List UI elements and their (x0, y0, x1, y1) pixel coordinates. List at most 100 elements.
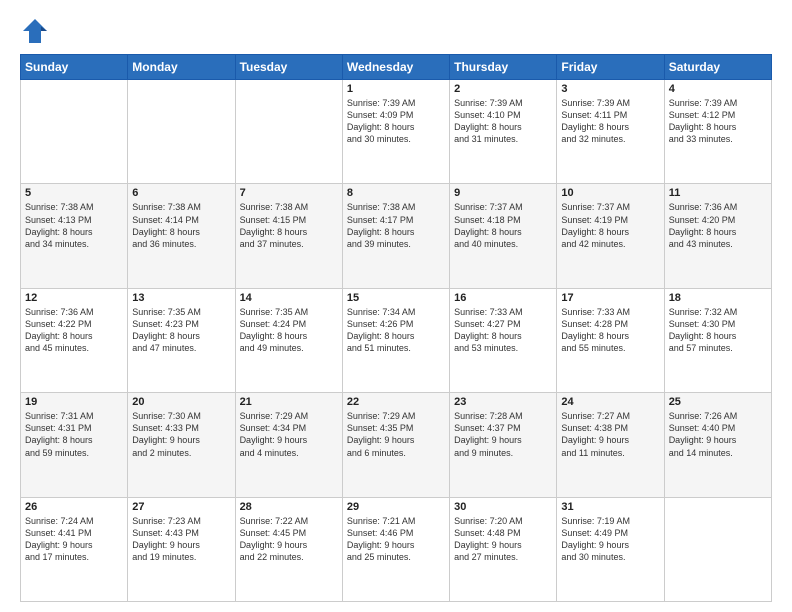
calendar-cell: 16 Sunrise: 7:33 AM Sunset: 4:27 PM Dayli… (450, 288, 557, 392)
calendar-cell: 3 Sunrise: 7:39 AM Sunset: 4:11 PM Daylig… (557, 80, 664, 184)
day-info: Sunrise: 7:32 AM Sunset: 4:30 PM Dayligh… (669, 306, 767, 355)
day-number: 25 (669, 396, 767, 408)
calendar-cell: 27Sunrise: 7:23 AM Sunset: 4:43 PM Dayli… (128, 497, 235, 601)
calendar-cell: 18 Sunrise: 7:32 AM Sunset: 4:30 PM Dayli… (664, 288, 771, 392)
day-number: 19 (25, 396, 123, 408)
day-info: Sunrise: 7:38 AM Sunset: 4:14 PM Dayligh… (132, 201, 230, 250)
calendar-cell (21, 80, 128, 184)
day-number: 3 (561, 83, 659, 95)
weekday-header-saturday: Saturday (664, 55, 771, 80)
weekday-header-sunday: Sunday (21, 55, 128, 80)
day-info: Sunrise: 7:20 AM Sunset: 4:48 PM Dayligh… (454, 515, 552, 564)
calendar-cell: 12 Sunrise: 7:36 AM Sunset: 4:22 PM Dayli… (21, 288, 128, 392)
weekday-header-tuesday: Tuesday (235, 55, 342, 80)
day-info: Sunrise: 7:23 AM Sunset: 4:43 PM Dayligh… (132, 515, 230, 564)
day-number: 5 (25, 187, 123, 199)
day-number: 20 (132, 396, 230, 408)
day-info: Sunrise: 7:33 AM Sunset: 4:27 PM Dayligh… (454, 306, 552, 355)
day-info: Sunrise: 7:39 AM Sunset: 4:09 PM Dayligh… (347, 97, 445, 146)
day-info: Sunrise: 7:30 AM Sunset: 4:33 PM Dayligh… (132, 410, 230, 459)
calendar-week-row: 1 Sunrise: 7:39 AM Sunset: 4:09 PM Daylig… (21, 80, 772, 184)
day-number: 4 (669, 83, 767, 95)
day-number: 24 (561, 396, 659, 408)
day-number: 6 (132, 187, 230, 199)
day-info: Sunrise: 7:21 AM Sunset: 4:46 PM Dayligh… (347, 515, 445, 564)
calendar-cell: 19 Sunrise: 7:31 AM Sunset: 4:31 PM Dayli… (21, 393, 128, 497)
day-info: Sunrise: 7:37 AM Sunset: 4:18 PM Dayligh… (454, 201, 552, 250)
calendar-week-row: 19 Sunrise: 7:31 AM Sunset: 4:31 PM Dayli… (21, 393, 772, 497)
day-number: 21 (240, 396, 338, 408)
day-number: 8 (347, 187, 445, 199)
day-info: Sunrise: 7:37 AM Sunset: 4:19 PM Dayligh… (561, 201, 659, 250)
calendar-cell: 26Sunrise: 7:24 AM Sunset: 4:41 PM Dayli… (21, 497, 128, 601)
calendar-cell: 25 Sunrise: 7:26 AM Sunset: 4:40 PM Dayli… (664, 393, 771, 497)
day-info: Sunrise: 7:34 AM Sunset: 4:26 PM Dayligh… (347, 306, 445, 355)
day-number: 15 (347, 292, 445, 304)
day-info: Sunrise: 7:39 AM Sunset: 4:12 PM Dayligh… (669, 97, 767, 146)
calendar-cell: 2 Sunrise: 7:39 AM Sunset: 4:10 PM Daylig… (450, 80, 557, 184)
day-number: 23 (454, 396, 552, 408)
calendar-cell: 28 Sunrise: 7:22 AM Sunset: 4:45 PM Dayli… (235, 497, 342, 601)
day-number: 1 (347, 83, 445, 95)
calendar-cell: 10 Sunrise: 7:37 AM Sunset: 4:19 PM Dayli… (557, 184, 664, 288)
day-info: Sunrise: 7:31 AM Sunset: 4:31 PM Dayligh… (25, 410, 123, 459)
calendar-week-row: 5 Sunrise: 7:38 AM Sunset: 4:13 PM Daylig… (21, 184, 772, 288)
calendar-week-row: 12 Sunrise: 7:36 AM Sunset: 4:22 PM Dayli… (21, 288, 772, 392)
day-info: Sunrise: 7:29 AM Sunset: 4:34 PM Dayligh… (240, 410, 338, 459)
day-info: Sunrise: 7:28 AM Sunset: 4:37 PM Dayligh… (454, 410, 552, 459)
day-number: 16 (454, 292, 552, 304)
day-number: 9 (454, 187, 552, 199)
day-number: 28 (240, 501, 338, 513)
day-info: Sunrise: 7:22 AM Sunset: 4:45 PM Dayligh… (240, 515, 338, 564)
day-info: Sunrise: 7:36 AM Sunset: 4:20 PM Dayligh… (669, 201, 767, 250)
logo-icon (20, 16, 50, 46)
calendar-cell (664, 497, 771, 601)
day-number: 17 (561, 292, 659, 304)
header (20, 16, 772, 46)
day-info: Sunrise: 7:27 AM Sunset: 4:38 PM Dayligh… (561, 410, 659, 459)
calendar-cell: 31 Sunrise: 7:19 AM Sunset: 4:49 PM Dayli… (557, 497, 664, 601)
calendar-cell: 6 Sunrise: 7:38 AM Sunset: 4:14 PM Daylig… (128, 184, 235, 288)
day-info: Sunrise: 7:39 AM Sunset: 4:11 PM Dayligh… (561, 97, 659, 146)
calendar-cell: 20 Sunrise: 7:30 AM Sunset: 4:33 PM Dayli… (128, 393, 235, 497)
weekday-header-monday: Monday (128, 55, 235, 80)
day-number: 22 (347, 396, 445, 408)
day-number: 31 (561, 501, 659, 513)
day-number: 2 (454, 83, 552, 95)
day-number: 11 (669, 187, 767, 199)
day-info: Sunrise: 7:38 AM Sunset: 4:13 PM Dayligh… (25, 201, 123, 250)
weekday-header-friday: Friday (557, 55, 664, 80)
calendar-cell: 24 Sunrise: 7:27 AM Sunset: 4:38 PM Dayli… (557, 393, 664, 497)
calendar-cell: 21 Sunrise: 7:29 AM Sunset: 4:34 PM Dayli… (235, 393, 342, 497)
day-info: Sunrise: 7:35 AM Sunset: 4:23 PM Dayligh… (132, 306, 230, 355)
day-number: 12 (25, 292, 123, 304)
day-number: 7 (240, 187, 338, 199)
day-info: Sunrise: 7:38 AM Sunset: 4:17 PM Dayligh… (347, 201, 445, 250)
day-number: 18 (669, 292, 767, 304)
calendar-cell: 4 Sunrise: 7:39 AM Sunset: 4:12 PM Daylig… (664, 80, 771, 184)
day-info: Sunrise: 7:26 AM Sunset: 4:40 PM Dayligh… (669, 410, 767, 459)
calendar-cell (128, 80, 235, 184)
weekday-header-row: SundayMondayTuesdayWednesdayThursdayFrid… (21, 55, 772, 80)
day-info: Sunrise: 7:35 AM Sunset: 4:24 PM Dayligh… (240, 306, 338, 355)
day-info: Sunrise: 7:19 AM Sunset: 4:49 PM Dayligh… (561, 515, 659, 564)
calendar-cell (235, 80, 342, 184)
page: SundayMondayTuesdayWednesdayThursdayFrid… (0, 0, 792, 612)
calendar-cell: 14 Sunrise: 7:35 AM Sunset: 4:24 PM Dayli… (235, 288, 342, 392)
day-number: 14 (240, 292, 338, 304)
weekday-header-thursday: Thursday (450, 55, 557, 80)
day-info: Sunrise: 7:36 AM Sunset: 4:22 PM Dayligh… (25, 306, 123, 355)
calendar-cell: 17Sunrise: 7:33 AM Sunset: 4:28 PM Dayli… (557, 288, 664, 392)
calendar-cell: 8 Sunrise: 7:38 AM Sunset: 4:17 PM Daylig… (342, 184, 449, 288)
calendar-cell: 30Sunrise: 7:20 AM Sunset: 4:48 PM Dayli… (450, 497, 557, 601)
calendar-week-row: 26Sunrise: 7:24 AM Sunset: 4:41 PM Dayli… (21, 497, 772, 601)
calendar-cell: 11 Sunrise: 7:36 AM Sunset: 4:20 PM Dayli… (664, 184, 771, 288)
day-number: 29 (347, 501, 445, 513)
day-number: 26 (25, 501, 123, 513)
day-number: 10 (561, 187, 659, 199)
weekday-header-wednesday: Wednesday (342, 55, 449, 80)
day-info: Sunrise: 7:39 AM Sunset: 4:10 PM Dayligh… (454, 97, 552, 146)
calendar-cell: 23 Sunrise: 7:28 AM Sunset: 4:37 PM Dayli… (450, 393, 557, 497)
calendar-cell: 1 Sunrise: 7:39 AM Sunset: 4:09 PM Daylig… (342, 80, 449, 184)
calendar-cell: 29 Sunrise: 7:21 AM Sunset: 4:46 PM Dayli… (342, 497, 449, 601)
